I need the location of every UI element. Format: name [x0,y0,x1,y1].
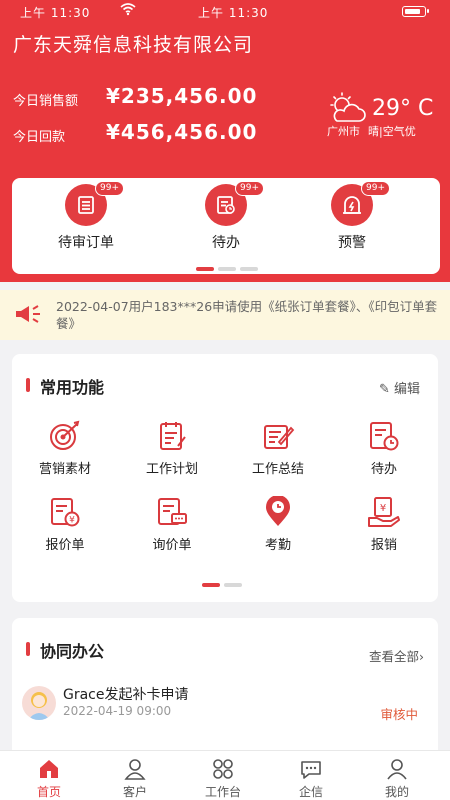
quick-action-label: 预警 [338,235,366,251]
chevron-right-icon: › [419,649,424,664]
tab-customer[interactable]: 客户 [90,757,180,800]
badge: 99+ [95,181,124,196]
wifi-icon [120,2,136,19]
section-marker [26,378,30,392]
collab-item-time: 2022-04-19 09:00 [63,704,172,718]
quick-action-warning[interactable]: 99+ 预警 [292,181,412,252]
function-attendance[interactable]: 考勤 [228,496,328,553]
tab-label: 工作台 [204,785,241,799]
workbench-icon [213,759,233,779]
tab-profile[interactable]: 我的 [352,757,442,800]
function-label: 营销素材 [38,462,91,477]
quick-action-todo[interactable]: 99+ 待办 [166,181,286,252]
tab-label: 首页 [36,785,61,799]
plan-icon [160,422,186,450]
battery-level [404,8,420,14]
badge: 99+ [361,181,390,196]
function-label: 询价单 [152,538,192,553]
status-badge: 审核中 [380,707,418,722]
function-quotation[interactable]: ¥ 报价单 [15,496,115,553]
order-review-icon: 99+ [65,181,124,226]
quote-icon: ¥ [51,498,80,527]
pager-dot[interactable] [240,267,258,271]
megaphone-icon [14,303,42,329]
notice-bar[interactable]: 2022-04-07用户183***26申请使用《纸张订单套餐》、《印包订单套餐… [0,290,450,340]
pager-dot[interactable] [202,583,220,587]
collection-label: 今日回款 [13,130,66,145]
tab-label: 客户 [122,785,147,799]
status-bar: 上午 11:30 上午 11:30 [0,0,450,22]
function-marketing-material[interactable]: 营销素材 [15,420,115,477]
pager-dot[interactable] [218,267,236,271]
svg-text:¥: ¥ [69,516,75,526]
functions-card: 常用功能 ✎ 编辑 营销素材 工作计划 工作总结 待办 ¥ 报价单 询价单 考勤… [12,354,438,602]
message-icon [301,761,321,779]
location-clock-icon [266,496,290,526]
battery-icon [402,6,429,17]
svg-text:¥: ¥ [380,503,386,514]
bottom-tab-bar: 首页 客户 工作台 企信 我的 [0,750,450,800]
collab-card: 协同办公 查看全部› Grace发起补卡申请 2022-04-19 09:00 … [12,618,438,758]
company-name: 广东天舜信息科技有限公司 [13,34,254,56]
quick-action-label: 待审订单 [58,235,114,251]
edit-label: 编辑 [393,382,420,397]
profile-icon [387,759,407,780]
warning-icon: 99+ [331,181,390,226]
tab-messages[interactable]: 企信 [266,757,356,800]
inquiry-icon [158,498,187,525]
edit-button[interactable]: ✎ 编辑 [379,378,420,397]
avatar [22,686,56,720]
temperature: 29° C [372,96,434,121]
function-work-summary[interactable]: 工作总结 [228,420,328,477]
function-label: 工作计划 [145,462,198,477]
collection-value: ¥456,456.00 [106,120,258,144]
sales-label: 今日销售额 [13,94,79,109]
notice-text: 2022-04-07用户183***26申请使用《纸张订单套餐》、《印包订单套餐… [56,299,438,331]
pager-dot[interactable] [196,267,214,271]
quick-action-pending-orders[interactable]: 99+ 待审订单 [26,181,146,252]
function-label: 考勤 [264,538,291,553]
tab-label: 我的 [384,785,409,799]
section-marker [26,642,30,656]
functions-pager [202,572,246,591]
function-reimbursement[interactable]: ¥ 报销 [334,496,434,553]
target-icon [50,420,80,450]
status-time-left: 上午 11:30 [20,6,91,20]
reimburse-icon: ¥ [368,497,400,527]
summary-icon [264,425,295,449]
weather-city: 广州市 [327,125,360,138]
weather-condition: 晴|空气优 [368,125,416,138]
collab-title: 协同办公 [40,642,105,661]
function-label: 待办 [370,462,397,477]
function-label: 报价单 [45,538,85,553]
view-all-label: 查看全部 [368,649,419,664]
todo-clock-icon [370,422,399,451]
pager-dot[interactable] [224,583,242,587]
tab-workbench[interactable]: 工作台 [178,757,268,800]
quick-actions-card: 99+ 待审订单 99+ 待办 99+ 预警 [12,178,440,274]
tab-home[interactable]: 首页 [4,757,94,800]
todo-icon: 99+ [205,181,264,226]
customer-icon [124,759,146,780]
functions-title: 常用功能 [40,378,105,397]
view-all-link[interactable]: 查看全部› [369,646,424,665]
function-work-plan[interactable]: 工作计划 [122,420,222,477]
badge: 99+ [235,181,264,196]
tab-label: 企信 [298,785,323,799]
function-label: 报销 [370,538,397,553]
sales-value: ¥235,456.00 [106,84,258,108]
pencil-icon: ✎ [378,382,390,397]
function-label: 工作总结 [251,462,304,477]
quick-actions-pager [196,256,262,275]
function-todo[interactable]: 待办 [334,420,434,477]
home-icon [40,760,58,778]
function-inquiry[interactable]: 询价单 [122,496,222,553]
collab-item-title[interactable]: Grace发起补卡申请 [63,684,189,704]
status-time-center: 上午 11:30 [198,6,269,20]
quick-action-label: 待办 [212,235,240,251]
